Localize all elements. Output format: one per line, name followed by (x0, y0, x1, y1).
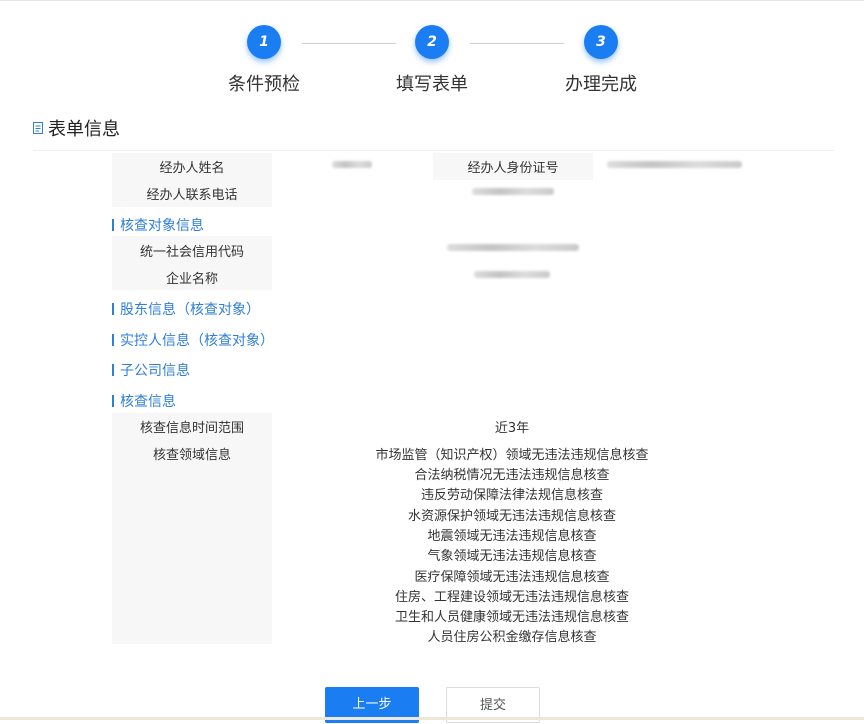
agent-id-label: 经办人身份证号 (467, 161, 559, 176)
subsection-bar (112, 334, 114, 346)
time-range-value: 近3年 (494, 421, 530, 436)
step-1-circle: 1 (247, 25, 281, 59)
step-connector-2 (470, 43, 564, 44)
agent-name-label: 经办人姓名 (159, 161, 225, 176)
domain-item: 地震领域无违法违规信息核查 (427, 529, 597, 544)
section-title: 表单信息 (48, 119, 120, 140)
subsection-bar (112, 219, 114, 231)
step-2-label: 填写表单 (396, 74, 468, 95)
subsection-controller-label: 实控人信息（核查对象） (120, 333, 274, 349)
subsection-target[interactable]: 核查对象信息 (112, 215, 204, 235)
subsection-verify[interactable]: 核查信息 (112, 391, 176, 411)
domain-item: 住房、工程建设领域无违法违规信息核查 (394, 590, 629, 605)
subsection-subsidiary[interactable]: 子公司信息 (112, 360, 190, 380)
subsection-bar (112, 364, 114, 376)
form-page: 1 2 3 条件预检 填写表单 办理完成 表单信息 经办人姓名 经办人身份证号 … (0, 0, 864, 723)
agent-id-value (607, 161, 742, 168)
domain-item: 合法纳税情况无违法违规信息核查 (414, 468, 610, 483)
subsection-target-label: 核查对象信息 (120, 218, 204, 234)
domain-item: 水资源保护领域无违法违规信息核查 (407, 509, 616, 524)
subsection-controller[interactable]: 实控人信息（核查对象） (112, 330, 274, 350)
domain-item: 人员住房公积金缴存信息核查 (427, 630, 597, 645)
section-header: 表单信息 (33, 117, 120, 140)
step-3-label: 办理完成 (565, 74, 637, 95)
subsection-verify-label: 核查信息 (120, 394, 176, 410)
subsection-shareholder-label: 股东信息（核查对象） (120, 302, 260, 318)
agent-name-value (332, 161, 372, 168)
header-divider (33, 150, 834, 151)
document-icon (33, 122, 43, 134)
step-connector-1 (302, 43, 396, 44)
domain-label: 核查领域信息 (152, 448, 231, 463)
subsection-bar (112, 303, 114, 315)
subsection-subsidiary-label: 子公司信息 (120, 363, 190, 379)
step-1-label: 条件预检 (228, 74, 300, 95)
step-3-circle: 3 (584, 25, 618, 59)
company-name-label: 企业名称 (165, 272, 218, 287)
time-range-label: 核查信息时间范围 (139, 421, 244, 436)
domain-item: 卫生和人员健康领域无违法违规信息核查 (394, 610, 629, 625)
agent-phone-label: 经办人联系电话 (146, 188, 238, 203)
credit-code-label: 统一社会信用代码 (139, 245, 244, 260)
top-divider (0, 0, 864, 1)
agent-phone-value (472, 188, 554, 195)
subsection-shareholder[interactable]: 股东信息（核查对象） (112, 299, 260, 319)
subsection-bar (112, 395, 114, 407)
domain-item: 违反劳动保障法律法规信息核查 (420, 488, 603, 503)
domain-item: 市场监管（知识产权）领域无违法违规信息核查 (375, 448, 649, 463)
company-name-value (474, 271, 550, 278)
credit-code-value (447, 244, 579, 251)
step-2-circle: 2 (415, 25, 449, 59)
domain-item: 医疗保障领域无违法违规信息核查 (414, 570, 610, 585)
domain-item: 气象领域无违法违规信息核查 (427, 549, 597, 564)
